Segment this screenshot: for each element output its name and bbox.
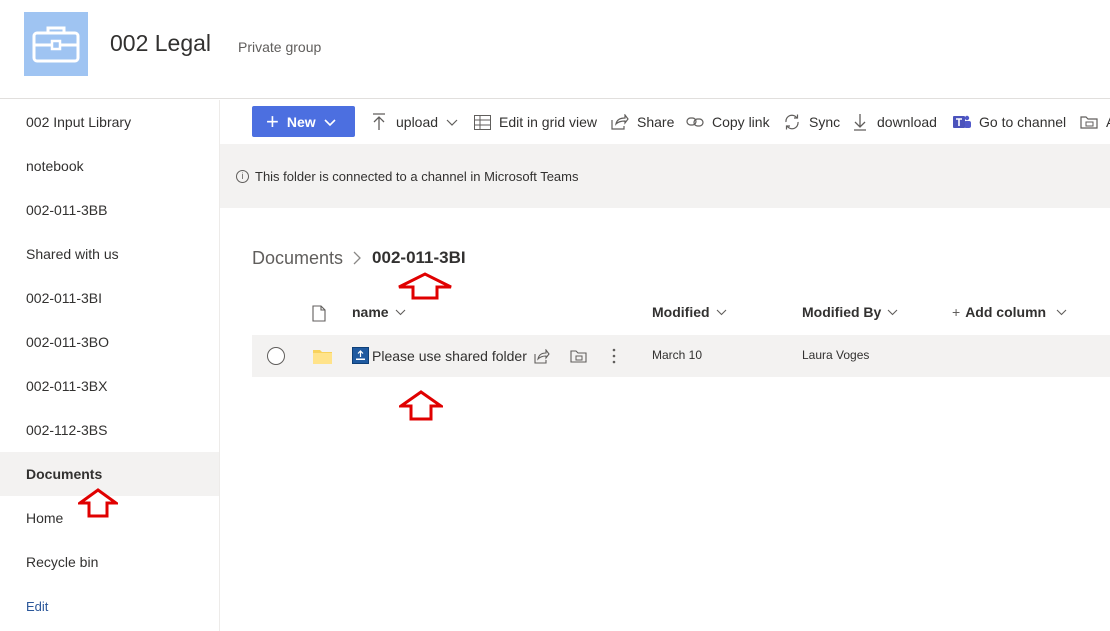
nav-item-002-011-3bo[interactable]: 002-011-3BO — [0, 320, 219, 364]
site-logo[interactable] — [24, 12, 88, 76]
briefcase-icon — [32, 26, 80, 63]
list-header: name Modified Modified By + Add column — [252, 298, 1110, 330]
row-select-checkbox[interactable] — [267, 347, 285, 365]
nav-item-002-input-library[interactable]: 002 Input Library — [0, 100, 219, 144]
annotation-arrow-up-icon — [78, 488, 118, 518]
download-button[interactable]: download — [851, 108, 937, 136]
teams-channel-banner-text: This folder is connected to a channel in… — [255, 168, 579, 184]
new-button-label: New — [286, 113, 316, 130]
breadcrumb-current-folder: 002-011-3BI — [372, 248, 466, 267]
teams-icon — [953, 113, 971, 131]
download-icon — [851, 113, 869, 131]
nav-item-recycle-bin[interactable]: Recycle bin — [0, 540, 219, 584]
plus-icon: + — [266, 108, 279, 134]
nav-edit-link[interactable]: Edit — [0, 584, 219, 628]
edit-grid-view-button[interactable]: Edit in grid view — [473, 108, 597, 136]
command-bar: + New upload Edit in grid view Share Cop… — [220, 100, 1110, 144]
row-name[interactable]: Please use shared folder — [352, 347, 527, 364]
upload-label: upload — [396, 114, 439, 130]
download-label: download — [877, 114, 937, 130]
row-share-icon[interactable] — [532, 347, 552, 365]
nav-item-002-011-3bi[interactable]: 002-011-3BI — [0, 276, 219, 320]
folder-sync-icon — [1080, 113, 1098, 131]
chevron-down-icon — [395, 309, 406, 316]
teams-channel-banner: i This folder is connected to a channel … — [220, 144, 1110, 208]
go-to-channel-label: Go to channel — [979, 114, 1067, 130]
row-folder-sync-icon[interactable] — [568, 347, 588, 365]
link-icon — [686, 113, 704, 131]
column-modified-by[interactable]: Modified By — [802, 304, 898, 320]
nav-item-shared-with-us[interactable]: Shared with us — [0, 232, 219, 276]
column-modified-label: Modified — [652, 304, 710, 320]
chevron-right-icon — [353, 251, 362, 265]
upload-icon — [370, 113, 388, 131]
plus-icon: + — [952, 304, 961, 320]
folder-icon — [313, 349, 332, 367]
chevron-down-icon — [324, 114, 336, 130]
info-icon: i — [236, 169, 249, 183]
sync-label: Sync — [809, 114, 841, 130]
more-command-label: A — [1106, 114, 1110, 130]
list-row[interactable]: Please use shared folder March 10 Laura … — [252, 335, 1110, 377]
copy-link-label: Copy link — [712, 114, 770, 130]
file-type-column-icon[interactable] — [312, 305, 326, 322]
column-name[interactable]: name — [352, 304, 406, 320]
annotation-arrow-up-icon — [398, 272, 452, 300]
column-modified-by-label: Modified By — [802, 304, 882, 320]
site-title[interactable]: 002 Legal — [110, 30, 211, 57]
row-modified-by[interactable]: Laura Voges — [802, 348, 869, 362]
go-to-channel-button[interactable]: Go to channel — [953, 108, 1066, 136]
sync-icon — [783, 113, 801, 131]
copy-link-button[interactable]: Copy link — [686, 108, 770, 136]
new-button[interactable]: + New — [252, 106, 355, 137]
chevron-down-icon — [716, 309, 727, 316]
nav-item-002-011-3bb[interactable]: 002-011-3BB — [0, 188, 219, 232]
upload-button[interactable]: upload — [370, 108, 458, 136]
chevron-down-icon — [887, 309, 898, 316]
share-button[interactable]: Share — [611, 108, 674, 136]
share-icon — [611, 113, 629, 131]
nav-item-002-011-3bx[interactable]: 002-011-3BX — [0, 364, 219, 408]
row-modified: March 10 — [652, 348, 703, 362]
row-more-icon[interactable] — [604, 347, 624, 365]
nav-item-notebook[interactable]: notebook — [0, 144, 219, 188]
share-label: Share — [637, 114, 675, 130]
add-column-button[interactable]: + Add column — [952, 304, 1067, 320]
column-name-label: name — [352, 304, 389, 320]
add-column-label: Add column — [965, 304, 1047, 320]
sync-button[interactable]: Sync — [783, 108, 840, 136]
row-name-label[interactable]: Please use shared folder — [372, 348, 527, 364]
site-privacy-label: Private group — [238, 39, 322, 55]
shortcut-badge-icon — [352, 347, 369, 364]
column-modified[interactable]: Modified — [652, 304, 727, 320]
left-nav: 002 Input Library notebook 002-011-3BB S… — [0, 100, 220, 631]
more-command-button[interactable]: A — [1080, 108, 1110, 136]
chevron-down-icon — [446, 114, 458, 130]
nav-item-002-112-3bs[interactable]: 002-112-3BS — [0, 408, 219, 452]
annotation-arrow-up-icon — [399, 390, 443, 421]
edit-grid-view-label: Edit in grid view — [499, 114, 598, 130]
breadcrumb-documents[interactable]: Documents — [252, 248, 343, 269]
breadcrumb: Documents 002-011-3BI — [252, 246, 466, 270]
site-header: 002 Legal Private group — [0, 0, 1110, 99]
grid-icon — [473, 113, 491, 131]
chevron-down-icon — [1056, 309, 1067, 316]
